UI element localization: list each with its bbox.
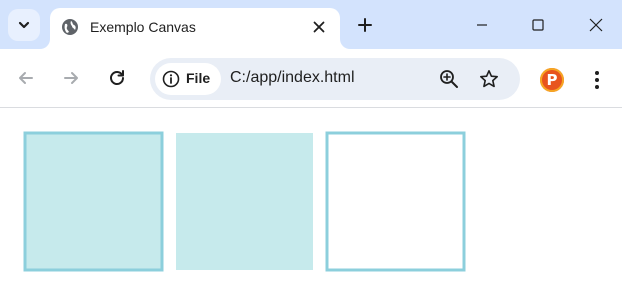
toolbar: File C:/app/index.html P: [0, 49, 622, 108]
back-button[interactable]: [12, 64, 40, 92]
new-tab-button[interactable]: [352, 12, 378, 38]
zoom-in-icon: [440, 70, 458, 88]
tab-strip: Exemplo Canvas: [0, 0, 622, 49]
page-content: [0, 108, 622, 295]
stroked-square: [325, 131, 466, 272]
bookmark-button[interactable]: [476, 66, 502, 92]
canvas: [23, 131, 466, 272]
close-window-button[interactable]: [574, 6, 618, 44]
forward-button[interactable]: [57, 64, 85, 92]
reload-icon: [110, 70, 124, 85]
url-text[interactable]: C:/app/index.html: [230, 69, 355, 87]
zoom-button[interactable]: [436, 66, 462, 92]
profile-avatar[interactable]: P: [540, 68, 564, 92]
minimize-button[interactable]: [460, 6, 504, 44]
minimize-icon: [477, 24, 487, 26]
tab-close-button[interactable]: [308, 16, 330, 38]
site-chip-label: File: [186, 70, 211, 86]
info-icon: [162, 70, 180, 88]
tab-title: Exemplo Canvas: [90, 19, 196, 35]
profile-initial: P: [546, 71, 558, 89]
filled-stroked-square: [23, 131, 164, 272]
maximize-icon: [532, 19, 544, 31]
plus-icon: [358, 18, 372, 32]
maximize-button[interactable]: [516, 6, 560, 44]
close-icon: [313, 21, 325, 33]
kebab-menu-icon: [595, 71, 599, 89]
chevron-down-icon: [18, 21, 30, 29]
filled-square: [176, 133, 313, 270]
forward-arrow-icon: [64, 72, 78, 84]
tab-exemplo-canvas[interactable]: Exemplo Canvas: [50, 8, 340, 49]
close-icon: [589, 18, 603, 32]
browser-window: Exemplo Canvas File C:/app/index.html P: [0, 0, 622, 295]
reload-button[interactable]: [103, 64, 131, 92]
site-info-chip[interactable]: File: [155, 63, 221, 95]
browser-menu-button[interactable]: [584, 66, 610, 94]
globe-icon: [62, 19, 78, 35]
tab-search-button[interactable]: [8, 9, 40, 41]
star-icon: [480, 70, 498, 88]
back-arrow-icon: [19, 72, 33, 84]
address-bar[interactable]: File C:/app/index.html: [150, 58, 520, 100]
